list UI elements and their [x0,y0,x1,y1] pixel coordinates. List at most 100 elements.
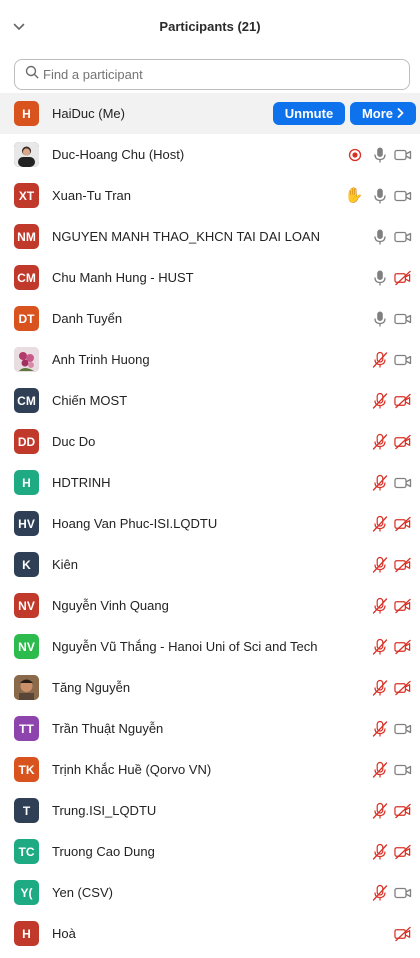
camera-icon[interactable] [394,474,412,492]
participant-row[interactable]: TK Trịnh Khắc Huề (Qorvo VN) [0,749,420,790]
participant-row[interactable]: H Hoà [0,913,420,954]
participant-row[interactable]: TT Trần Thuật Nguyễn [0,708,420,749]
participant-row[interactable]: Y(Yen (CSV) [0,872,420,913]
microphone-muted-icon[interactable] [371,474,389,492]
participant-row[interactable]: CM Chiến MOST [0,380,420,421]
microphone-muted-icon[interactable] [371,761,389,779]
search-box[interactable] [14,59,410,90]
avatar: DT [14,306,39,331]
participant-row[interactable]: DD Duc Do [0,421,420,462]
avatar [14,347,39,372]
camera-off-icon[interactable] [394,597,412,615]
microphone-muted-icon[interactable] [371,802,389,820]
participant-row[interactable]: Anh Trinh Huong [0,339,420,380]
microphone-icon[interactable] [371,187,389,205]
camera-off-icon[interactable] [394,638,412,656]
participant-row[interactable]: CM Chu Manh Hung - HUST [0,257,420,298]
microphone-muted-icon[interactable] [371,597,389,615]
avatar-initials: HV [18,516,35,531]
participant-row[interactable]: NM NGUYEN MANH THAO_KHCN TAI DAI LOAN [0,216,420,257]
participant-row[interactable]: DT Danh Tuyển [0,298,420,339]
microphone-muted-icon[interactable] [371,433,389,451]
avatar: TC [14,839,39,864]
participant-name: Hoà [52,926,76,941]
microphone-muted-icon[interactable] [371,679,389,697]
participant-name: Truong Cao Dung [52,844,155,859]
avatar-initials: CM [17,393,36,408]
microphone-muted-icon[interactable] [371,843,389,861]
microphone-muted-icon[interactable] [371,556,389,574]
participant-row[interactable]: H HaiDuc (Me) Unmute More [0,93,420,134]
avatar-initials: CM [17,270,36,285]
microphone-icon[interactable] [371,228,389,246]
participant-name: Duc-Hoang Chu (Host) [52,147,185,162]
participant-name: Danh Tuyển [52,311,123,326]
avatar: T [14,798,39,823]
microphone-muted-icon[interactable] [371,515,389,533]
avatar [14,142,39,167]
camera-icon[interactable] [394,884,412,902]
avatar: NV [14,634,39,659]
camera-icon[interactable] [394,351,412,369]
microphone-icon[interactable] [371,310,389,328]
camera-icon[interactable] [394,146,412,164]
more-button[interactable]: More [350,102,416,125]
avatar-initials: H [22,926,31,941]
unmute-button[interactable]: Unmute [273,102,345,125]
camera-icon[interactable] [394,720,412,738]
participant-name: Duc Do [52,434,96,449]
camera-icon[interactable] [394,310,412,328]
participant-row[interactable]: NV Nguyễn Vũ Thắng - Hanoi Uni of Sci and… [0,626,420,667]
participant-row[interactable]: HV Hoang Van Phuc-ISI.LQDTU [0,503,420,544]
avatar-initials: TC [18,844,35,859]
avatar: CM [14,265,39,290]
microphone-icon[interactable] [371,146,389,164]
participant-row[interactable]: Tăng Nguyễn [0,667,420,708]
camera-off-icon[interactable] [394,515,412,533]
participant-row[interactable]: H HDTRINH [0,462,420,503]
participant-row[interactable]: Duc-Hoang Chu (Host) [0,134,420,175]
participant-name: Kiên [52,557,79,572]
participant-name: NGUYEN MANH THAO_KHCN TAI DAI LOAN [52,229,320,244]
camera-off-icon[interactable] [394,392,412,410]
avatar [14,675,39,700]
camera-off-icon[interactable] [394,843,412,861]
microphone-muted-icon[interactable] [371,351,389,369]
search-input[interactable] [43,67,383,82]
microphone-icon[interactable] [371,269,389,287]
avatar-initials: TK [18,762,35,777]
avatar-initials: DD [17,434,36,449]
avatar: H [14,101,39,126]
camera-off-icon[interactable] [394,556,412,574]
participant-name: HDTRINH [52,475,111,490]
camera-off-icon[interactable] [394,679,412,697]
microphone-muted-icon[interactable] [371,392,389,410]
participant-name: Chu Manh Hung - HUST [52,270,194,285]
participant-row[interactable]: NV Nguyễn Vinh Quang [0,585,420,626]
participant-row[interactable]: K Kiên [0,544,420,585]
participant-name: Xuan-Tu Tran [52,188,132,203]
microphone-muted-icon[interactable] [371,884,389,902]
participant-row[interactable]: XT Xuan-Tu Tran ✋ [0,175,420,216]
participant-row[interactable]: TC Truong Cao Dung [0,831,420,872]
camera-off-icon[interactable] [394,433,412,451]
microphone-muted-icon[interactable] [371,638,389,656]
participant-name: Chiến MOST [52,393,128,408]
avatar: NM [14,224,39,249]
camera-off-icon[interactable] [394,269,412,287]
avatar-initials: XT [18,188,35,203]
camera-icon[interactable] [394,761,412,779]
chevron-right-icon [397,106,404,121]
camera-icon[interactable] [394,228,412,246]
search-icon [25,65,39,84]
participant-name: Nguyễn Vũ Thắng - Hanoi Uni of Sci and T… [52,639,318,654]
camera-off-icon[interactable] [394,925,412,943]
avatar: DD [14,429,39,454]
camera-off-icon[interactable] [394,802,412,820]
microphone-muted-icon[interactable] [371,720,389,738]
avatar-initials: Y( [20,885,33,900]
avatar-initials: H [22,106,31,121]
camera-icon[interactable] [394,187,412,205]
participant-row[interactable]: T Trung.ISI_LQDTU [0,790,420,831]
avatar-initials: T [22,803,31,818]
